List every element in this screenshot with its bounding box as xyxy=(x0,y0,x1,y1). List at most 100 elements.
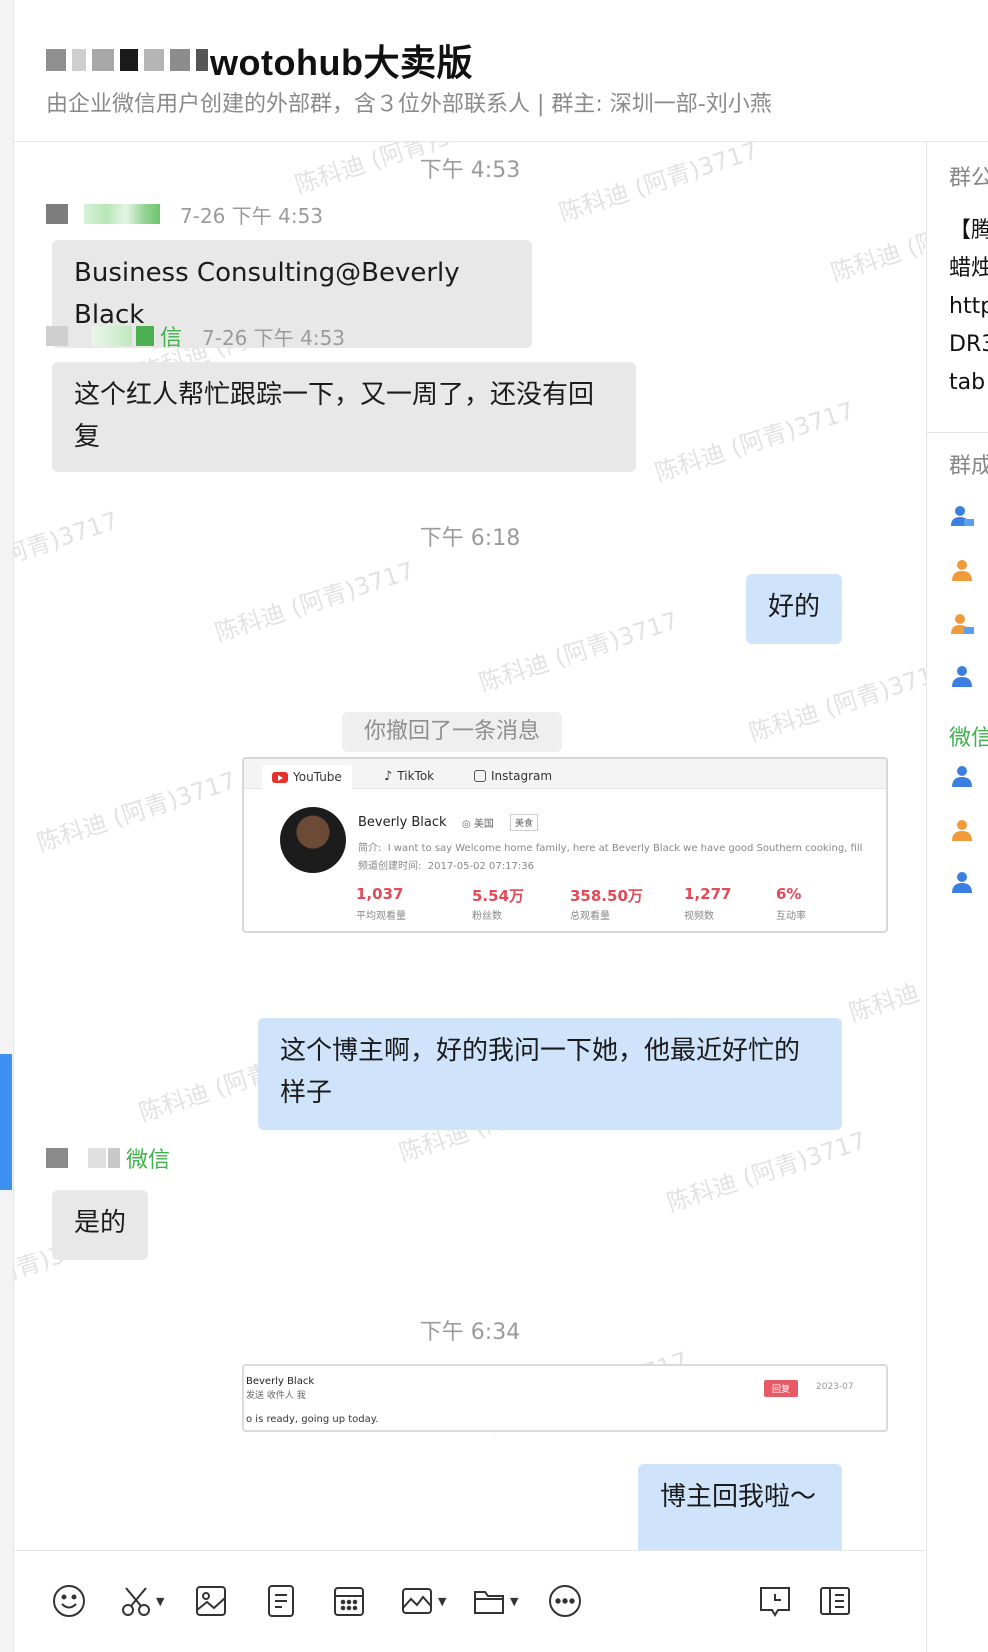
redacted-sender-name xyxy=(92,326,132,346)
email-sender: Beverly Black xyxy=(246,1376,315,1387)
screenshot-button[interactable]: ▼ xyxy=(120,1581,164,1621)
more-button[interactable] xyxy=(548,1581,582,1621)
message-line: 这个博主啊，好的我问一下她，他最近好忙的 xyxy=(280,1036,801,1066)
desc-label: 简介: xyxy=(358,843,382,854)
instagram-icon xyxy=(474,770,486,782)
emoji-button[interactable] xyxy=(52,1581,86,1621)
input-toolbar: ▼ ▼ ▼ xyxy=(14,1550,926,1652)
folder-button[interactable]: ▼ xyxy=(472,1581,518,1621)
avatar[interactable] xyxy=(46,326,68,346)
redacted-title-block xyxy=(72,49,86,71)
sender-row: 7-26 下午 4:53 xyxy=(46,200,323,228)
redacted-sender-name xyxy=(88,1148,106,1168)
watermark: 陈科迪 (阿青)3717 xyxy=(33,766,240,858)
influencer-name: Beverly Black xyxy=(358,815,447,830)
tab-label: Instagram xyxy=(491,769,553,783)
message-line: 样子 xyxy=(280,1078,333,1108)
redacted-title-block xyxy=(92,49,114,71)
redacted-sender-name xyxy=(84,204,160,224)
chat-history-button[interactable] xyxy=(758,1581,792,1621)
member-icon[interactable] xyxy=(949,558,975,584)
timestamp: 下午 6:34 xyxy=(419,1320,521,1345)
tab-label: YouTube xyxy=(293,770,342,784)
redacted-sender-name xyxy=(108,1148,120,1168)
member-icon[interactable] xyxy=(949,664,975,690)
emoji-icon xyxy=(53,1585,85,1617)
member-icon[interactable] xyxy=(949,818,975,844)
redacted-title-block xyxy=(46,49,66,71)
redacted-title-block xyxy=(196,49,208,71)
avatar[interactable] xyxy=(46,1148,68,1168)
more-icon xyxy=(549,1585,581,1617)
email-body: o is ready, going up today. xyxy=(246,1414,379,1425)
message-line: 这个红人帮忙跟踪一下，又一周了，还没有回 xyxy=(74,380,595,410)
member-icon[interactable] xyxy=(949,764,975,790)
message-list[interactable]: 陈科迪 (阿青)3717 陈科迪 (阿青)3717 陈科迪 (阿青)3717 陈… xyxy=(14,142,926,1550)
watermark: 陈科迪 (阿青)3717 xyxy=(827,196,926,288)
wechat-members-label: 微信 xyxy=(949,726,988,751)
watermark: 陈科迪 (阿青)3717 xyxy=(663,1126,870,1218)
email-reply-image[interactable]: Beverly Black 发送 收件人 我 回复 2023-07 o is r… xyxy=(242,1364,888,1432)
announcement-line: http xyxy=(949,294,988,319)
watermark: 陈科迪 (阿青)3717 xyxy=(211,556,418,648)
redacted-sender-name xyxy=(136,326,154,346)
chevron-down-icon: ▼ xyxy=(438,1594,447,1608)
redacted-title-block xyxy=(120,49,138,71)
group-info-panel: 群公 【腾 蜡烛 http DR3 tab 群成 微信 xyxy=(926,142,988,1652)
timestamp: 下午 6:18 xyxy=(419,526,521,551)
stat-value: 358.50万 xyxy=(570,887,643,905)
tab-youtube: YouTube xyxy=(262,765,352,789)
message-bubble[interactable]: 博主回我啦～ xyxy=(638,1464,842,1550)
stat-value: 1,277 xyxy=(684,885,732,903)
group-title: wotohub大卖版 xyxy=(210,42,473,83)
avatar[interactable] xyxy=(46,204,68,224)
sender-timestamp: 7-26 下午 4:53 xyxy=(202,325,346,350)
watermark: 陈科迪 (阿青)3717 xyxy=(845,936,926,1028)
influencer-avatar xyxy=(280,807,346,873)
sidebar-toggle-button[interactable] xyxy=(818,1581,852,1621)
message-bubble[interactable]: 这个红人帮忙跟踪一下，又一周了，还没有回 复 xyxy=(52,362,636,472)
redacted-title-block xyxy=(144,49,164,71)
selected-conversation-marker xyxy=(0,1054,12,1190)
email-recipients: 发送 收件人 我 xyxy=(246,1391,306,1401)
history-icon xyxy=(760,1587,790,1617)
image-icon xyxy=(196,1586,226,1616)
stat-label: 视频数 xyxy=(684,911,714,922)
schedule-button[interactable] xyxy=(332,1581,366,1621)
members-label: 群成 xyxy=(949,454,988,479)
influencer-description: 简介: I want to say Welcome home family, h… xyxy=(358,839,862,854)
document-button[interactable] xyxy=(266,1581,296,1621)
announcement-line: tab xyxy=(949,370,986,395)
reply-badge: 回复 xyxy=(764,1380,799,1397)
channel-created: 频道创建时间: 2017-05-02 07:17:36 xyxy=(358,857,534,872)
photo-album-button[interactable]: ▼ xyxy=(400,1581,446,1621)
message-bubble[interactable]: 这个博主啊，好的我问一下她，他最近好忙的 样子 xyxy=(258,1018,842,1130)
chevron-down-icon: ▼ xyxy=(156,1594,165,1608)
member-admin-icon[interactable] xyxy=(949,504,975,530)
stat-label: 平均观看量 xyxy=(356,911,406,922)
chat-header: wotohub大卖版 由企业微信用户创建的外部群，含３位外部联系人 | 群主: … xyxy=(14,0,988,142)
stat-label: 互动率 xyxy=(776,911,806,922)
group-subtitle: 由企业微信用户创建的外部群，含３位外部联系人 | 群主: 深圳一部-刘小燕 xyxy=(46,92,772,117)
message-bubble[interactable]: 好的 xyxy=(746,574,842,644)
group-title-row: wotohub大卖版 xyxy=(46,36,473,84)
message-bubble[interactable]: 是的 xyxy=(52,1190,148,1260)
announcement-line: 蜡烛 xyxy=(949,256,988,281)
member-admin-icon[interactable] xyxy=(949,612,975,638)
watermark: 陈科迪 (阿青)3717 xyxy=(651,396,858,488)
chevron-down-icon: ▼ xyxy=(510,1594,519,1608)
country-tag: ◎ 美国 xyxy=(462,819,494,830)
member-icon[interactable] xyxy=(949,870,975,896)
announcement-line: 【腾 xyxy=(949,218,988,243)
folder-icon xyxy=(474,1591,504,1614)
watermark: 陈科迪 (阿青)3717 xyxy=(745,656,926,748)
image-button[interactable] xyxy=(194,1581,228,1621)
timestamp: 下午 4:53 xyxy=(419,158,521,183)
influencer-card-image[interactable]: YouTube ♪ TikTok Instagram Beverly Black… xyxy=(242,757,888,933)
gallery-icon xyxy=(402,1588,432,1614)
sender-row: 信 7-26 下午 4:53 xyxy=(46,322,346,351)
youtube-icon xyxy=(272,771,288,783)
sender-timestamp: 7-26 下午 4:53 xyxy=(180,203,324,228)
date-value: 2017-05-02 07:17:36 xyxy=(427,861,534,872)
stat-label: 粉丝数 xyxy=(472,911,502,922)
